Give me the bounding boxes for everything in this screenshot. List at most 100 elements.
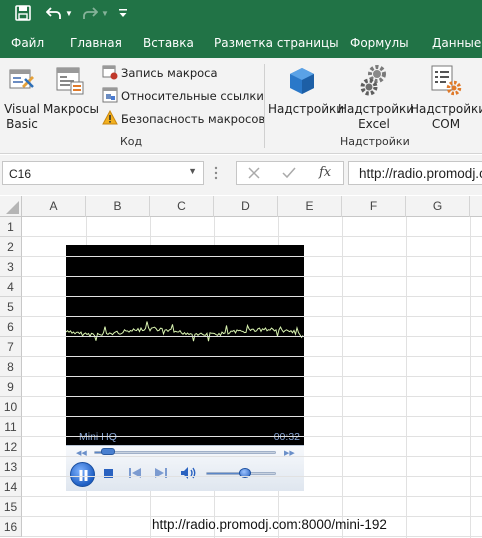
redo-dropdown-icon[interactable]: ▼ — [100, 2, 110, 24]
column-header-e[interactable]: E — [278, 196, 342, 217]
select-all-button[interactable] — [0, 196, 22, 217]
column-header-b[interactable]: B — [86, 196, 150, 217]
player-controls: ◀◀ ▶▶ — [66, 445, 304, 491]
seek-bar[interactable] — [94, 451, 276, 454]
ribbon-separator — [264, 64, 265, 148]
grid-line — [22, 436, 482, 437]
save-icon[interactable] — [12, 2, 34, 24]
grid-line — [22, 296, 482, 297]
row-header-14[interactable]: 14 — [0, 477, 22, 497]
tab-data[interactable]: Данные — [432, 36, 481, 50]
com-addins-icon — [430, 64, 462, 99]
ribbon-tabs: Файл Главная Вставка Разметка страницы Ф… — [0, 28, 482, 58]
grid-line — [22, 496, 482, 497]
grid-line — [342, 217, 343, 538]
gears-icon — [360, 64, 390, 99]
record-macro-button[interactable]: Запись макроса — [101, 64, 251, 82]
row-header-2[interactable]: 2 — [0, 237, 22, 257]
media-player[interactable]: Mini HQ 00:32 ◀◀ ▶▶ — [66, 245, 304, 491]
com-addins-button[interactable]: Надстройки COM — [410, 62, 482, 134]
macro-security-button[interactable]: Безопасность макросов — [101, 109, 265, 129]
grid-line — [22, 396, 482, 397]
row-header-9[interactable]: 9 — [0, 377, 22, 397]
audio-visualization — [66, 321, 304, 342]
tab-insert[interactable]: Вставка — [143, 36, 194, 50]
column-headers: A B C D E F G — [0, 196, 482, 217]
row-header-7[interactable]: 7 — [0, 337, 22, 357]
formula-buttons: fx — [236, 161, 344, 185]
stream-title: Mini HQ — [79, 431, 117, 443]
tab-home[interactable]: Главная — [70, 36, 122, 50]
speaker-icon — [181, 467, 196, 479]
row-header-16[interactable]: 16 — [0, 517, 22, 537]
previous-icon — [129, 468, 141, 478]
name-box[interactable]: C16 ▼ — [2, 161, 204, 185]
volume-button[interactable] — [180, 466, 198, 483]
macros-button[interactable]: Макросы — [43, 62, 99, 134]
insert-function-icon[interactable]: fx — [319, 165, 331, 180]
column-header-c[interactable]: C — [150, 196, 214, 217]
row-header-13[interactable]: 13 — [0, 457, 22, 477]
addins-label: Надстройки — [268, 102, 345, 116]
row-header-8[interactable]: 8 — [0, 357, 22, 377]
undo-dropdown-icon[interactable]: ▼ — [64, 2, 74, 24]
row-header-1[interactable]: 1 — [0, 217, 22, 237]
macros-label: Макросы — [43, 102, 99, 116]
row-header-10[interactable]: 10 — [0, 397, 22, 417]
excel-addins-label: Надстройки Excel — [338, 102, 415, 131]
grid-line — [22, 356, 482, 357]
next-button[interactable] — [154, 467, 168, 482]
grid-line — [470, 217, 471, 538]
macro-security-label: Безопасность макросов — [121, 112, 266, 126]
column-header-g[interactable]: G — [406, 196, 470, 217]
title-bar: ▼ ▼ — [0, 0, 482, 28]
column-header-a[interactable]: A — [22, 196, 86, 217]
tab-file[interactable]: Файл — [11, 36, 44, 50]
visual-basic-button[interactable]: Visual Basic — [3, 62, 41, 134]
row-header-11[interactable]: 11 — [0, 417, 22, 437]
enter-icon[interactable] — [281, 166, 297, 183]
row-header-15[interactable]: 15 — [0, 497, 22, 517]
excel-addins-button[interactable]: Надстройки Excel — [338, 62, 415, 134]
warning-icon — [102, 109, 118, 129]
relative-references-button[interactable]: Относительные ссылки — [101, 87, 264, 105]
name-box-dropdown-icon[interactable]: ▼ — [188, 166, 197, 176]
relative-references-label: Относительные ссылки — [121, 89, 264, 103]
column-header-d[interactable]: D — [214, 196, 278, 217]
grid-line — [22, 236, 482, 237]
pause-button[interactable] — [70, 462, 95, 487]
row-header-4[interactable]: 4 — [0, 277, 22, 297]
cancel-icon[interactable] — [247, 166, 261, 183]
undo-icon[interactable] — [44, 2, 64, 24]
com-addins-label: Надстройки COM — [410, 102, 482, 131]
column-header-f[interactable]: F — [342, 196, 406, 217]
record-macro-icon — [102, 64, 118, 83]
code-group-label: Код — [120, 135, 143, 148]
record-macro-label: Запись макроса — [121, 66, 218, 80]
addins-group-label: Надстройки — [340, 135, 410, 148]
tab-page-layout[interactable]: Разметка страницы — [214, 36, 339, 50]
grid-line — [22, 516, 482, 517]
addins-button[interactable]: Надстройки — [268, 62, 345, 134]
name-box-value: C16 — [9, 167, 32, 181]
cell-c16-value[interactable]: http://radio.promodj.com:8000/mini-192 — [152, 517, 387, 532]
grid-line — [22, 476, 482, 477]
row-header-6[interactable]: 6 — [0, 317, 22, 337]
row-header-12[interactable]: 12 — [0, 437, 22, 457]
grid-line — [406, 217, 407, 538]
seek-thumb[interactable] — [101, 448, 116, 455]
elapsed-time: 00:32 — [273, 431, 300, 443]
visual-basic-icon — [8, 66, 36, 97]
formula-bar-grip-icon[interactable] — [213, 165, 219, 181]
previous-button[interactable] — [128, 467, 142, 482]
grid-line — [22, 416, 482, 417]
addins-cube-icon — [288, 66, 316, 99]
redo-icon[interactable] — [80, 2, 100, 24]
waveform-line — [66, 321, 304, 342]
row-header-3[interactable]: 3 — [0, 257, 22, 277]
grid-line — [22, 376, 482, 377]
customize-qat-icon[interactable] — [117, 2, 129, 24]
formula-input[interactable]: http://radio.promodj.com:8000/mini-192 — [348, 161, 482, 185]
tab-formulas[interactable]: Формулы — [350, 36, 409, 50]
row-header-5[interactable]: 5 — [0, 297, 22, 317]
